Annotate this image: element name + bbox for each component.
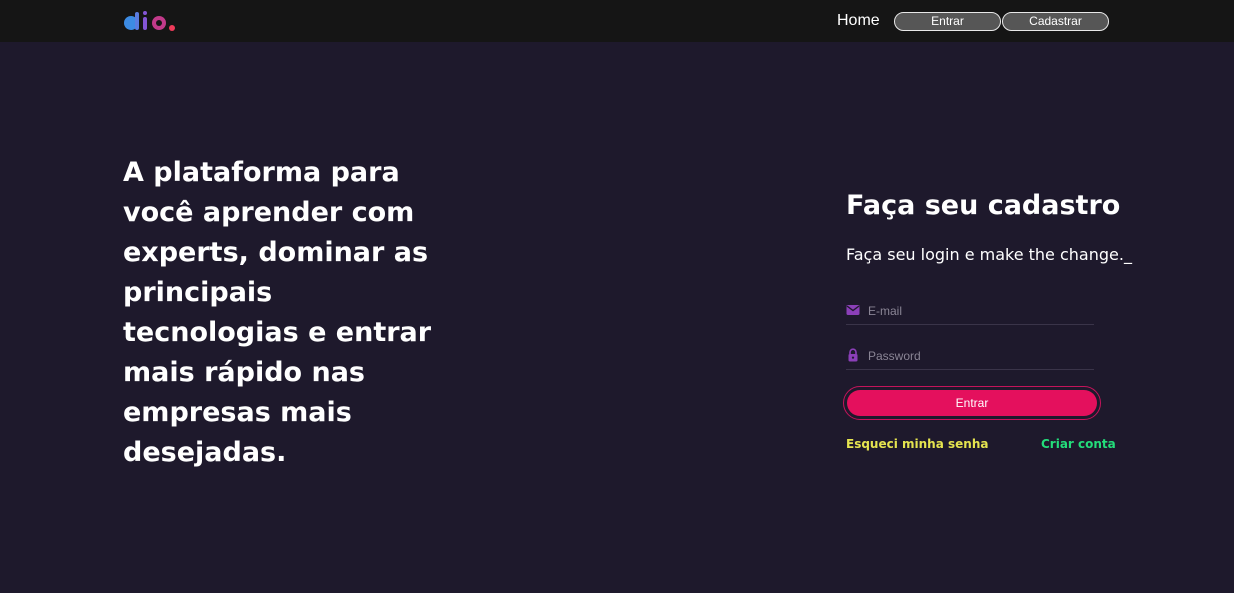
lock-icon (848, 348, 858, 362)
header-signup-button[interactable]: Cadastrar (1002, 12, 1109, 31)
nav-home-link[interactable]: Home (837, 11, 880, 31)
dio-logo-icon[interactable] (123, 10, 183, 34)
submit-login-button[interactable]: Entrar (847, 390, 1097, 416)
password-input[interactable] (868, 345, 1090, 367)
form-subtitle: Faça seu login e make the change._ (846, 245, 1132, 264)
email-input[interactable] (868, 300, 1090, 322)
submit-button-outline: Entrar (843, 386, 1101, 420)
forgot-password-link[interactable]: Esqueci minha senha (846, 436, 988, 452)
email-field-row (846, 300, 1094, 325)
hero-headline: A plataforma para você aprender com expe… (123, 157, 432, 468)
password-field-row (846, 345, 1094, 370)
create-account-link[interactable]: Criar conta (1041, 436, 1116, 452)
mail-icon (846, 305, 860, 315)
top-navbar: Home Entrar Cadastrar (0, 0, 1234, 42)
form-title: Faça seu cadastro (846, 190, 1121, 221)
header-login-button[interactable]: Entrar (894, 12, 1001, 31)
